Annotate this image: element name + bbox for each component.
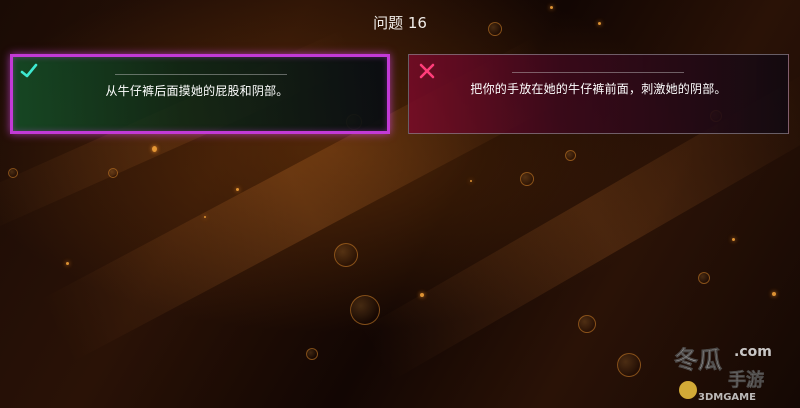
answer-text: 从牛仔裤后面摸她的屁股和阴部。 bbox=[105, 84, 289, 98]
bubble-decoration bbox=[334, 243, 358, 267]
spark-decoration bbox=[420, 293, 424, 297]
watermark-domain: .com bbox=[734, 344, 772, 360]
watermark-brand-bottom: 手游 bbox=[728, 369, 764, 391]
watermark-mascot-icon bbox=[679, 381, 697, 399]
answer-divider bbox=[512, 72, 684, 73]
question-title: 问题 16 bbox=[373, 14, 427, 32]
game-screen: 问题 16 从牛仔裤后面摸她的屁股和阴部。 把你的手放在她的牛仔裤前面，刺激她的… bbox=[0, 0, 800, 408]
spark-decoration bbox=[236, 188, 239, 191]
answer-option-2[interactable]: 把你的手放在她的牛仔裤前面，刺激她的阴部。 bbox=[408, 54, 789, 134]
spark-decoration bbox=[204, 216, 206, 218]
watermark-small-text: 3DMGAME bbox=[698, 392, 756, 403]
watermark-logo: 冬瓜 .com 手游 3DMGAME bbox=[674, 344, 772, 403]
spark-decoration bbox=[152, 146, 157, 152]
bubble-decoration bbox=[565, 150, 576, 161]
bubble-decoration bbox=[350, 295, 380, 325]
bubble-decoration bbox=[520, 172, 534, 186]
cross-icon bbox=[419, 63, 435, 79]
check-icon bbox=[20, 63, 38, 78]
bubble-decoration bbox=[617, 353, 641, 377]
bubble-decoration bbox=[8, 168, 18, 178]
answer-text: 把你的手放在她的牛仔裤前面，刺激她的阴部。 bbox=[470, 82, 727, 96]
answer-option-1[interactable]: 从牛仔裤后面摸她的屁股和阴部。 bbox=[10, 54, 390, 134]
spark-decoration bbox=[772, 292, 776, 296]
bubble-decoration bbox=[698, 272, 710, 284]
bubble-decoration bbox=[578, 315, 596, 333]
watermark-brand-top: 冬瓜 bbox=[674, 346, 722, 374]
answer-divider bbox=[115, 74, 287, 75]
bubble-decoration bbox=[108, 168, 118, 178]
spark-decoration bbox=[66, 262, 69, 265]
spark-decoration bbox=[550, 6, 553, 9]
bubble-decoration bbox=[306, 348, 318, 360]
spark-decoration bbox=[732, 238, 735, 241]
spark-decoration bbox=[470, 180, 472, 182]
